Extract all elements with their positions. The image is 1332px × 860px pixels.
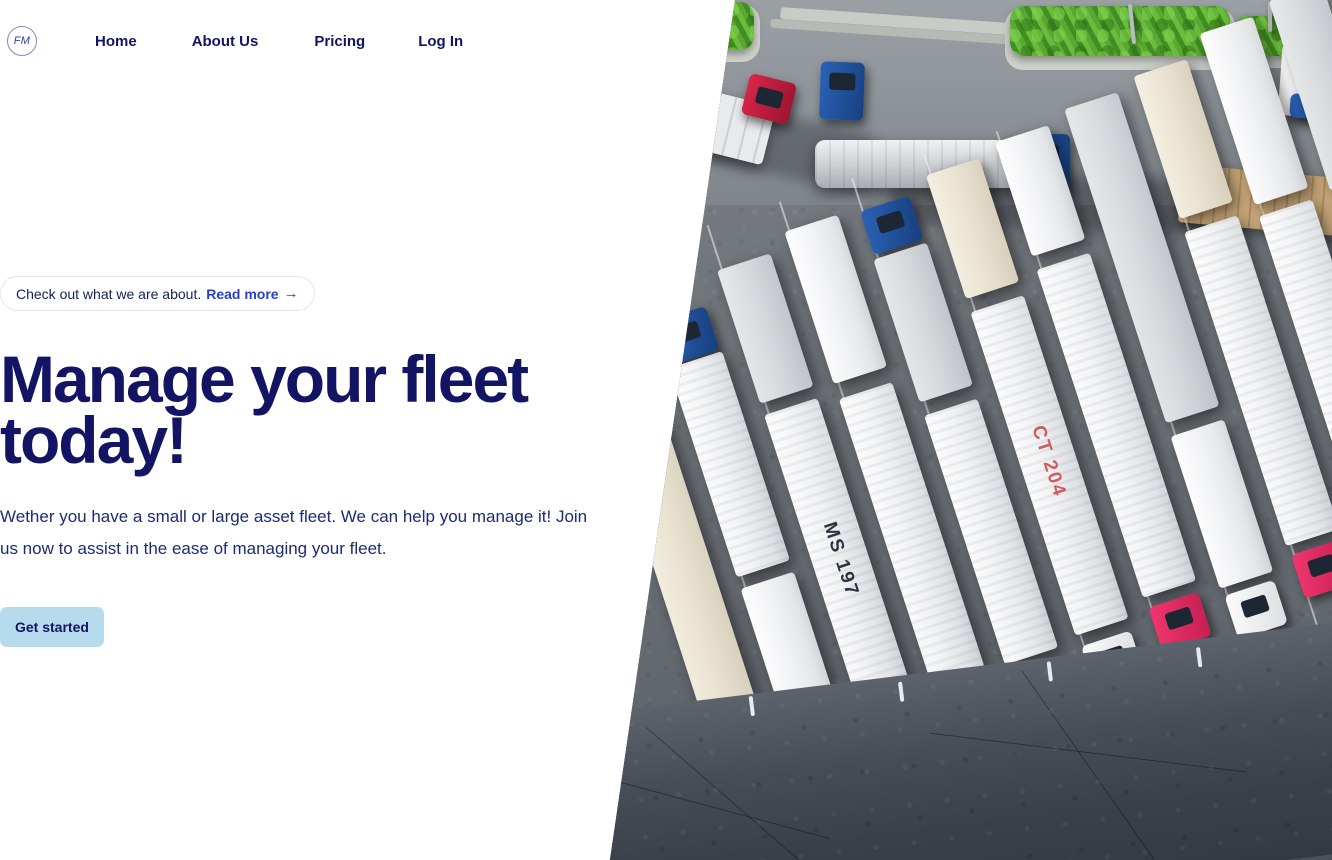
brand-logo-icon[interactable]: FM xyxy=(7,26,37,56)
hedge xyxy=(1010,6,1230,56)
asphalt-crack xyxy=(929,732,1247,773)
nav-item-about-us[interactable]: About Us xyxy=(192,33,259,50)
windshield xyxy=(829,72,856,91)
windshield xyxy=(671,320,702,345)
hedge xyxy=(610,2,754,50)
arrow-right-icon: → xyxy=(283,285,299,302)
windshield xyxy=(754,86,785,109)
page-title: Manage your fleet today! xyxy=(0,342,529,477)
windshield xyxy=(1240,594,1271,619)
get-started-button[interactable]: Get started xyxy=(0,607,104,647)
windshield xyxy=(1306,553,1332,578)
nav-item-log-in[interactable]: Log In xyxy=(418,33,463,50)
hero-content: Check out what we are about. Read more →… xyxy=(0,276,600,647)
bollard xyxy=(1195,646,1203,668)
nav-item-pricing[interactable]: Pricing xyxy=(314,33,365,50)
nav-links: Home About Us Pricing Log In xyxy=(95,33,463,50)
landing-page: MS 197 CT 204 FM Home About Us Pricing L… xyxy=(0,0,1332,860)
hero-subcopy: Wether you have a small or large asset f… xyxy=(0,507,588,558)
nav-item-home[interactable]: Home xyxy=(95,33,137,50)
trailer-code-label: MS 197 xyxy=(818,519,863,600)
truck-cab xyxy=(819,61,865,121)
read-more-label: Read more xyxy=(206,285,279,302)
bollard xyxy=(1046,661,1054,682)
truck-cab xyxy=(1291,539,1332,599)
hero-photo-content: MS 197 CT 204 xyxy=(600,0,1332,860)
bollard xyxy=(748,695,756,717)
bollard xyxy=(600,716,606,736)
announcement-badge[interactable]: Check out what we are about. Read more → xyxy=(0,276,315,311)
main-navigation: FM Home About Us Pricing Log In xyxy=(0,0,463,82)
hero-photo: MS 197 CT 204 xyxy=(600,0,1332,860)
read-more-link[interactable]: Read more → xyxy=(206,286,298,302)
windshield xyxy=(875,210,906,235)
asphalt-crack xyxy=(645,727,934,860)
trailer-code-label: CT 204 xyxy=(1027,422,1071,501)
brand-logo-text: FM xyxy=(13,35,31,47)
announcement-text: Check out what we are about. xyxy=(16,285,202,302)
asphalt-crack xyxy=(610,760,830,839)
asphalt-crack xyxy=(1021,670,1172,860)
windshield xyxy=(1164,606,1195,631)
light-pole xyxy=(689,13,715,55)
windshield xyxy=(610,355,634,380)
bollard xyxy=(897,681,905,702)
